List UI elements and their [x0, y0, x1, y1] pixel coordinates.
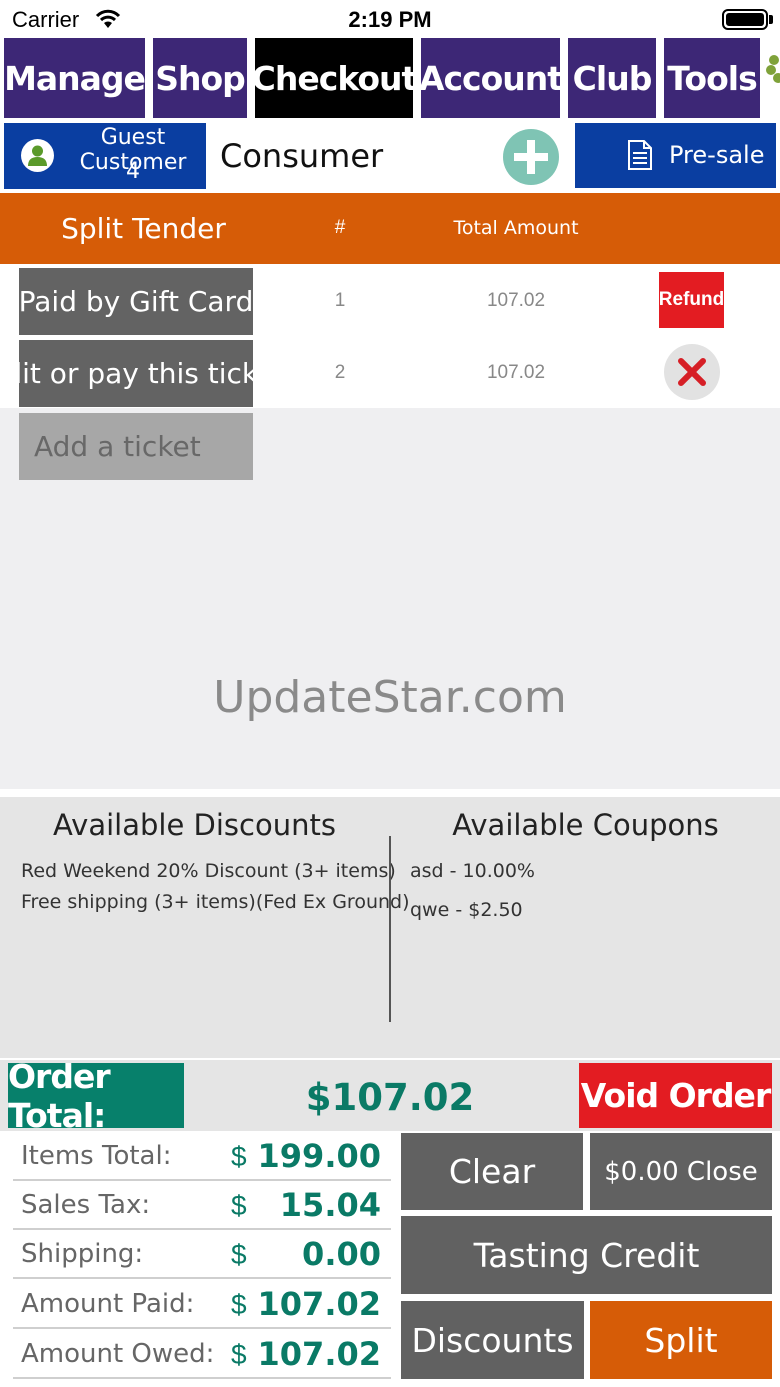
split-button[interactable]: Split [590, 1301, 772, 1379]
tab-shop[interactable]: Shop [153, 38, 247, 118]
summary-label: Shipping: [21, 1239, 144, 1269]
currency-symbol: $ [231, 1239, 247, 1270]
summary-row-amount-paid: Amount Paid: $ 107.02 [13, 1281, 391, 1329]
summary-label: Amount Owed: [21, 1339, 215, 1369]
tasting-credit-button[interactable]: Tasting Credit [401, 1216, 772, 1294]
summary-row-amount-owed: Amount Owed: $ 107.02 [13, 1331, 391, 1379]
document-icon [628, 140, 652, 170]
close-button[interactable]: $0.00 Close [590, 1133, 772, 1210]
presale-button[interactable]: Pre-sale [575, 123, 776, 188]
refund-button[interactable]: Refund [659, 272, 724, 328]
summary-value: 107.02 [257, 1285, 381, 1323]
coupons-title: Available Coupons [452, 808, 719, 842]
summary-value: 0.00 [302, 1235, 381, 1273]
delete-ticket-button[interactable] [664, 344, 720, 400]
discounts-title: Available Discounts [53, 808, 336, 842]
customer-button[interactable]: Guest Customer 4 [4, 123, 206, 189]
clock: 2:19 PM [348, 7, 432, 32]
presale-label: Pre-sale [669, 141, 765, 169]
tab-club[interactable]: Club [568, 38, 656, 118]
summary-value: 199.00 [257, 1137, 381, 1175]
summary-row-items-total: Items Total: $ 199.00 [13, 1133, 391, 1181]
add-customer-button[interactable] [503, 129, 559, 185]
summary-label: Amount Paid: [21, 1289, 195, 1319]
column-header-number: # [334, 217, 346, 238]
person-icon [21, 139, 54, 172]
clear-button[interactable]: Clear [401, 1133, 583, 1210]
split-tender-title: Split Tender [61, 212, 226, 245]
summary-row-sales-tax: Sales Tax: $ 15.04 [13, 1182, 391, 1230]
ticket-button-edit[interactable]: Edit or pay this ticket [19, 340, 253, 407]
summary-label: Items Total: [21, 1141, 172, 1171]
discount-item[interactable]: Free shipping (3+ items)(Fed Ex Ground) [21, 891, 410, 913]
ticket-number: 1 [334, 290, 346, 311]
watermark: UpdateStar.com [213, 672, 567, 723]
currency-symbol: $ [231, 1141, 247, 1172]
customer-number: 4 [126, 159, 140, 184]
ticket-number: 2 [334, 362, 346, 383]
battery-icon [722, 9, 768, 30]
tab-checkout[interactable]: Checkout [252, 38, 417, 118]
tab-account[interactable]: Account [419, 38, 563, 118]
panel-divider [389, 836, 391, 1022]
plus-icon [514, 140, 548, 174]
currency-symbol: $ [231, 1289, 247, 1320]
summary-label: Sales Tax: [21, 1190, 151, 1220]
discount-item[interactable]: Red Weekend 20% Discount (3+ items) [21, 860, 396, 882]
summary-value: 15.04 [279, 1186, 381, 1224]
ticket-amount: 107.02 [486, 290, 546, 311]
split-tender-header: Split Tender # Total Amount [0, 193, 780, 264]
grape-icon[interactable] [766, 52, 780, 86]
ticket-amount: 107.02 [486, 362, 546, 383]
order-total-amount: $107.02 [305, 1076, 475, 1119]
summary-row-shipping: Shipping: $ 0.00 [13, 1231, 391, 1279]
coupon-item[interactable]: asd - 10.00% [410, 860, 535, 882]
column-header-total: Total Amount [453, 217, 579, 239]
tab-tools[interactable]: Tools [664, 38, 760, 118]
currency-symbol: $ [231, 1339, 247, 1370]
tab-manage[interactable]: Manage [4, 38, 146, 118]
discounts-button[interactable]: Discounts [401, 1301, 584, 1379]
coupon-item[interactable]: qwe - $2.50 [410, 899, 523, 921]
ticket-button-paid[interactable]: Paid by Gift Card [19, 268, 253, 335]
add-ticket-button[interactable]: Add a ticket [19, 413, 253, 480]
close-icon [678, 358, 706, 386]
currency-symbol: $ [231, 1190, 247, 1221]
void-order-button[interactable]: Void Order [579, 1063, 772, 1128]
order-total-label: Order Total: [8, 1057, 184, 1135]
customer-type[interactable]: Consumer [220, 137, 383, 175]
battery-nub [769, 15, 773, 24]
summary-value: 107.02 [257, 1335, 381, 1373]
